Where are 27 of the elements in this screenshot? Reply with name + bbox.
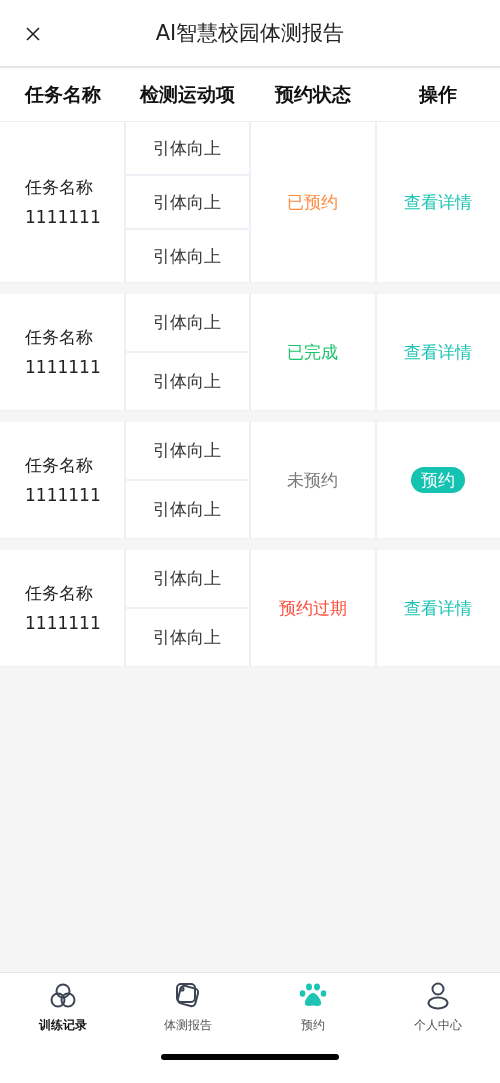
column-header: 任务名称: [23, 81, 102, 107]
tab-item[interactable]: 训练记录: [0, 981, 125, 1050]
table-cell: 引体向上: [125, 550, 249, 607]
page-title: AI智慧校园体测报告: [155, 20, 345, 47]
table-cell: 引体向上: [125, 176, 249, 228]
column-header: 预约状态: [273, 81, 352, 107]
column-header: 检测运动项: [138, 81, 236, 107]
table-cell: 任务名称 1111111: [0, 122, 124, 282]
tab-item[interactable]: 体测报告: [125, 981, 250, 1050]
status-text: 已预约: [287, 190, 339, 214]
column-header: 操作: [417, 81, 458, 107]
table-cell: 引体向上: [125, 122, 249, 174]
table-cell: 引体向上: [125, 481, 249, 538]
table-cell: 引体向上: [125, 422, 249, 479]
status-text: 未预约: [287, 468, 339, 492]
table-cell: 引体向上: [125, 353, 249, 410]
table-cell: 引体向上: [125, 230, 249, 282]
table-cell: 引体向上: [125, 609, 249, 666]
table-cell: 任务名称 1111111: [0, 550, 124, 666]
table-cell: 引体向上: [125, 294, 249, 351]
status-text: 预约过期: [278, 596, 347, 620]
tab-item[interactable]: 预约: [250, 981, 375, 1050]
status-text: 已完成: [287, 340, 339, 364]
table-cell: 任务名称 1111111: [0, 422, 124, 538]
tab-item[interactable]: 个人中心: [375, 981, 500, 1050]
close-icon[interactable]: [25, 26, 41, 42]
table-cell: 任务名称 1111111: [0, 294, 124, 410]
